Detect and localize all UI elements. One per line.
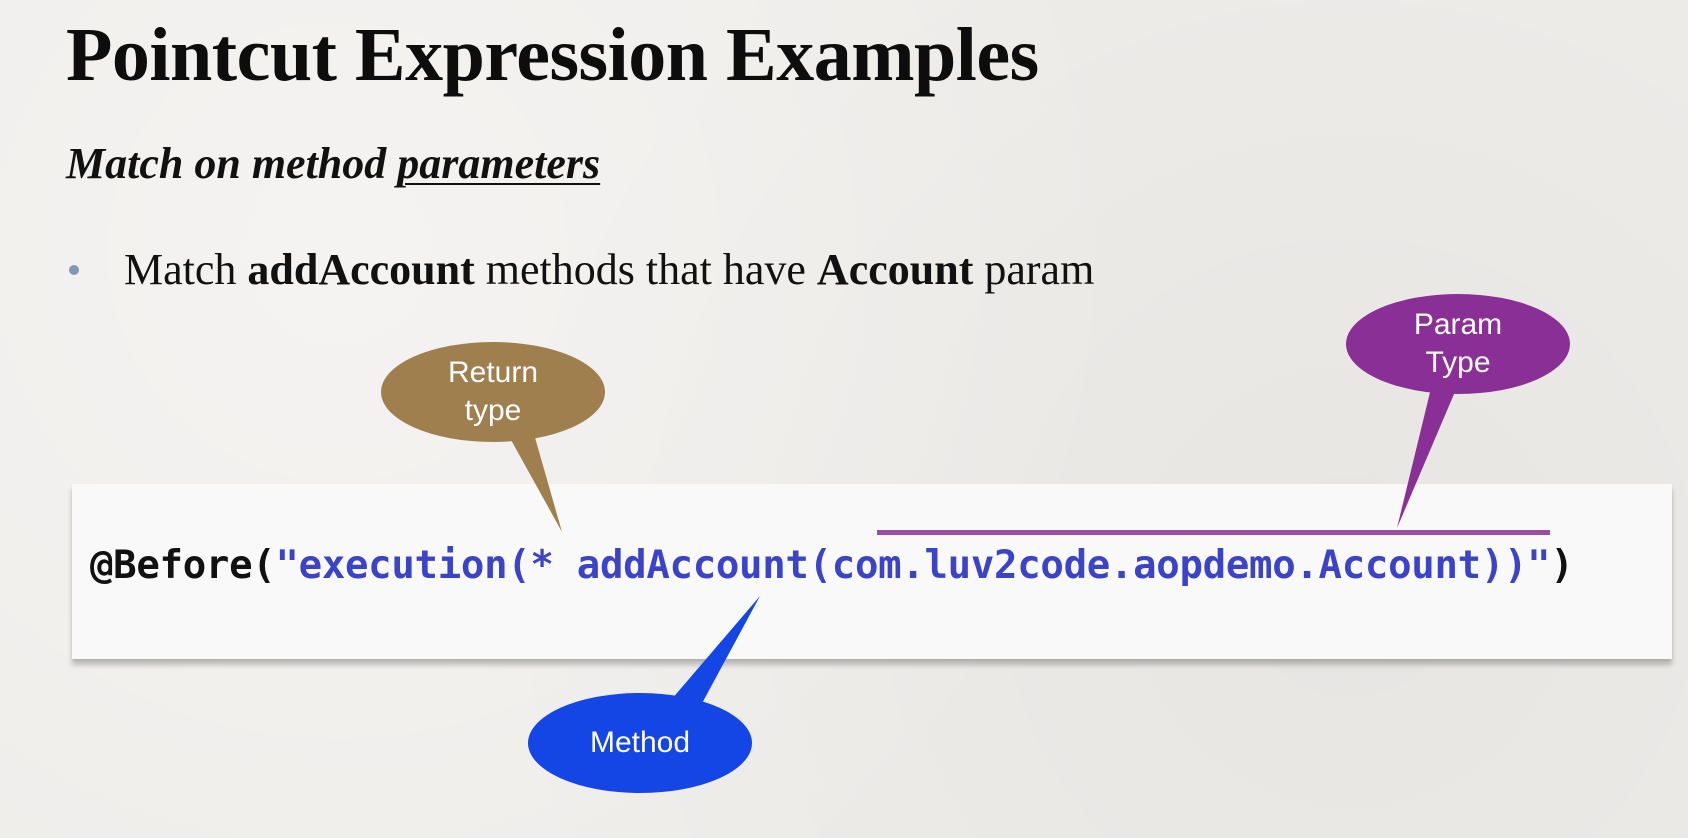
param-type-line1: Param: [1413, 308, 1503, 341]
method-callout: [528, 596, 760, 793]
method-label: Method: [589, 726, 691, 759]
return-type-line2: type: [464, 394, 522, 427]
return-type-callout-label: Return type: [393, 354, 593, 430]
param-type-line2: Type: [1425, 346, 1491, 379]
param-type-callout-label: Param Type: [1358, 306, 1558, 382]
method-callout-label: Method: [540, 724, 740, 762]
return-type-line1: Return: [447, 356, 539, 389]
callouts-layer: [381, 294, 1570, 793]
param-type-callout-tail: [1397, 380, 1460, 528]
method-callout-tail: [665, 596, 760, 707]
